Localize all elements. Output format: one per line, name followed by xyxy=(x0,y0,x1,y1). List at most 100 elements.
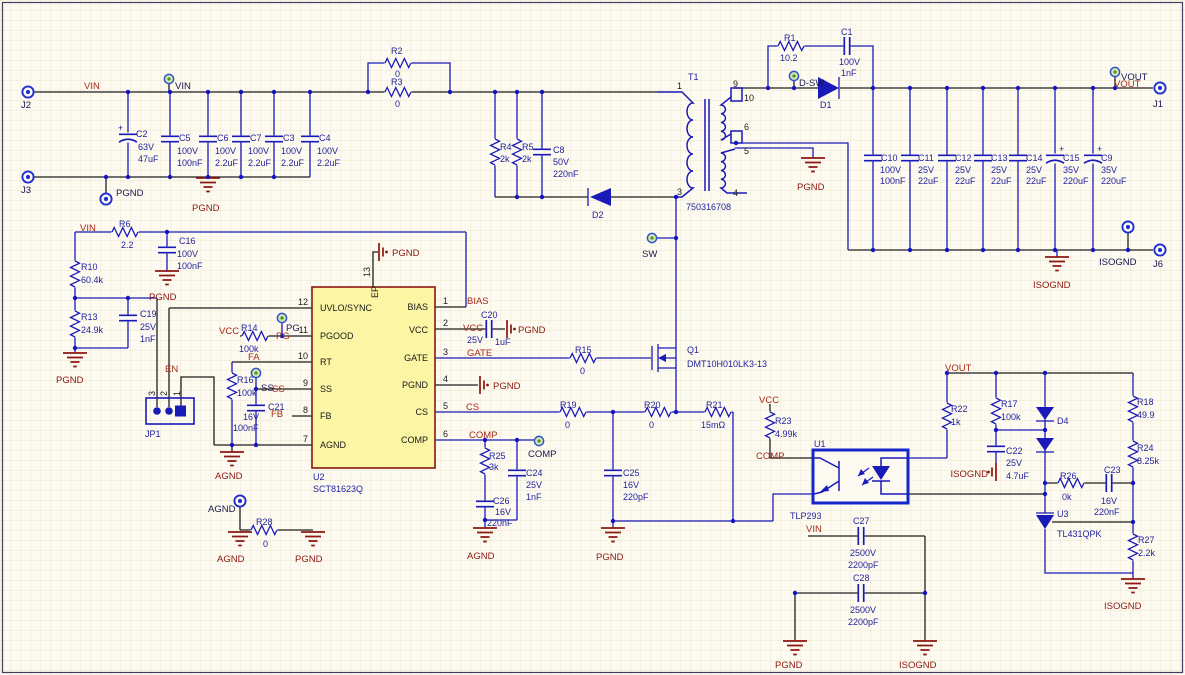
gnd-label-pgnd-ep: PGND xyxy=(392,248,420,259)
val-c28: 2200pF xyxy=(848,617,879,627)
val-r5: 2k xyxy=(522,154,532,164)
ref-c1: C1 xyxy=(841,27,853,37)
pin-u2-3: 3 xyxy=(443,347,448,357)
port-label-sw: SW xyxy=(642,249,657,260)
pin-u2-5: 5 xyxy=(443,401,448,411)
capacitor-c4 xyxy=(300,135,320,142)
net-label-vin-ycap: VIN xyxy=(806,524,822,535)
ref-r3: R3 xyxy=(391,77,403,87)
ref-t1: T1 xyxy=(688,72,699,82)
val-c7: 2.2uF xyxy=(248,158,272,168)
ref-r6: R6 xyxy=(119,219,131,229)
val-c14-v: 25V xyxy=(1026,165,1042,175)
ref-r23: R23 xyxy=(775,416,792,426)
resistor-r13 xyxy=(70,311,81,338)
val-c15-v: 35V xyxy=(1063,165,1079,175)
ref-r20: R20 xyxy=(644,400,661,410)
val-c24-v: 25V xyxy=(526,480,542,490)
capacitor-c27 xyxy=(857,526,864,546)
val-r26: 0k xyxy=(1062,492,1072,502)
val-r10: 60.4k xyxy=(81,275,104,285)
pinname-gate: GATE xyxy=(404,353,428,363)
val-c8: 220nF xyxy=(553,169,579,179)
port-label-comp: COMP xyxy=(528,449,557,460)
val-u3: TL431QPK xyxy=(1057,529,1102,539)
val-c21: 100nF xyxy=(233,423,259,433)
ref-c15: C15 xyxy=(1063,153,1080,163)
val-q1: DMT10H010LK3-13 xyxy=(687,359,767,369)
val-c6-v: 100V xyxy=(215,146,236,156)
ref-r28: R28 xyxy=(256,517,273,527)
pin-u2-10: 10 xyxy=(298,351,308,361)
val-c2: 47uF xyxy=(138,154,159,164)
gnd-label-agnd-rail: AGND xyxy=(215,471,243,482)
ref-r27: R27 xyxy=(1138,535,1155,545)
optocoupler-u1[interactable] xyxy=(813,450,908,503)
ref-r5: R5 xyxy=(522,142,534,152)
pin-u2-9: 9 xyxy=(303,378,308,388)
val-c20-v: 25V xyxy=(467,335,483,345)
net-label-pg: PG xyxy=(276,331,290,342)
net-label-cs: CS xyxy=(466,402,479,413)
ref-c16: C16 xyxy=(179,236,196,246)
val-r24: 8.25k xyxy=(1137,456,1160,466)
gnd-label-pgnd-div: PGND xyxy=(56,375,84,386)
ref-r25: R25 xyxy=(489,451,506,461)
ref-c2: C2 xyxy=(136,129,148,139)
capacitor-c19 xyxy=(118,314,138,321)
port-label-isognd: ISOGND xyxy=(1099,257,1137,268)
ref-r14: R14 xyxy=(241,323,258,333)
val-c8-v: 50V xyxy=(553,157,569,167)
ref-c11: C11 xyxy=(918,153,934,163)
capacitor-c26 xyxy=(475,500,495,507)
capacitor-c10 xyxy=(863,154,883,161)
pinname-ep: EP xyxy=(370,286,380,298)
conn-label-j3: J3 xyxy=(21,185,31,196)
ref-r4: R4 xyxy=(500,142,512,152)
resistor-r5 xyxy=(512,139,523,166)
gnd-label-pgnd-r28: PGND xyxy=(295,554,323,565)
resistor-r16 xyxy=(227,373,238,400)
pinname-pgnd: PGND xyxy=(402,380,429,390)
pin-u2-13: 13 xyxy=(362,267,372,277)
val-c10: 100nF xyxy=(880,176,906,186)
val-r1: 10.2 xyxy=(780,53,798,63)
val-r25: 3k xyxy=(489,462,499,472)
capacitor-c12 xyxy=(937,154,957,161)
val-t1: 750316708 xyxy=(686,202,731,212)
val-c27: 2200pF xyxy=(848,560,879,570)
val-r21: 15mΩ xyxy=(701,420,726,430)
val-r15: 0 xyxy=(580,366,585,376)
val-c1: 1nF xyxy=(841,68,857,78)
pinname-cs: CS xyxy=(415,407,428,417)
val-r18: 49.9 xyxy=(1137,410,1155,420)
pin-u2-7: 7 xyxy=(303,434,308,444)
connector-j3 xyxy=(22,171,33,182)
ref-r26: R26 xyxy=(1060,471,1077,481)
port-vin xyxy=(164,74,173,83)
port-sw xyxy=(647,233,656,242)
ref-c9: C9 xyxy=(1101,153,1113,163)
schematic-sheet: VINVINJ2J3PGNDPGND+C263V47uFC5100V100nFC… xyxy=(0,0,1185,675)
capacitor-c5 xyxy=(160,135,180,142)
val-c15: 220uF xyxy=(1063,176,1089,186)
pinname-rt: RT xyxy=(320,357,332,367)
conn-label-j2: J2 xyxy=(21,100,31,111)
val-c22-v: 25V xyxy=(1006,458,1022,468)
val-c9-v: 35V xyxy=(1101,165,1117,175)
resistor-r10 xyxy=(70,261,81,288)
conn-label-j6: J6 xyxy=(1153,259,1163,270)
net-label-fa: FA xyxy=(248,352,260,363)
val-c10-v: 100V xyxy=(880,165,901,175)
ref-c13: C13 xyxy=(991,153,1008,163)
ref-u3: U3 xyxy=(1057,509,1069,519)
capacitor-c11 xyxy=(900,154,920,161)
ref-c23: C23 xyxy=(1104,465,1121,475)
val-c22: 4.7uF xyxy=(1006,471,1030,481)
ref-r24: R24 xyxy=(1137,443,1154,453)
pinname-uvlo: UVLO/SYNC xyxy=(320,303,373,313)
gnd-label-isognd-bank: ISOGND xyxy=(1033,280,1071,291)
ref-c7: C7 xyxy=(250,133,262,143)
net-label-comp: COMP xyxy=(469,430,498,441)
pin-jp1-3: 3 xyxy=(147,391,157,396)
